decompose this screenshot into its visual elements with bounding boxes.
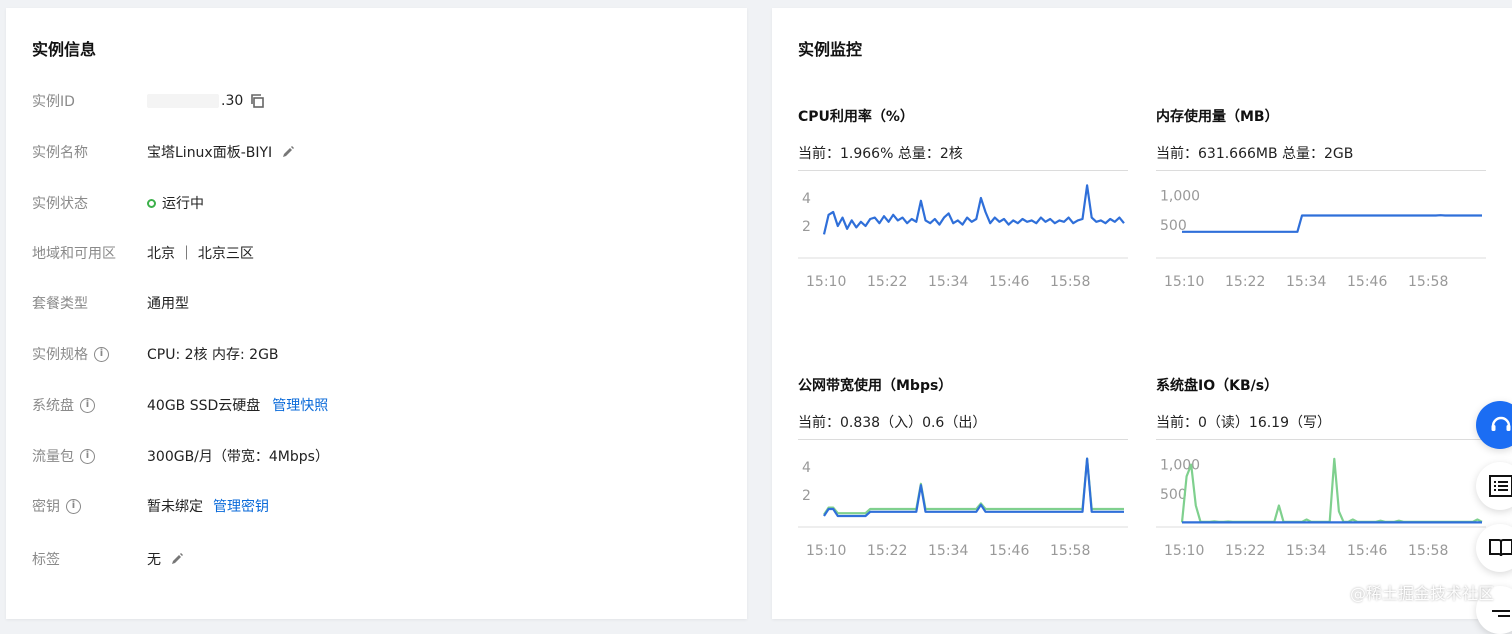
headset-icon xyxy=(1491,416,1511,431)
chart-current: 当前：0（读）16.19（写） xyxy=(1156,415,1331,431)
memory-line-chart: 5001,00015:10 15:22 15:34 15:46 15:58 xyxy=(1156,170,1486,290)
manage-key-link[interactable]: 管理密钥 xyxy=(213,496,269,516)
x-tick-label: 15:22 xyxy=(867,543,907,559)
x-tick-label: 15:34 xyxy=(928,274,968,290)
book-icon xyxy=(1489,539,1512,557)
label-traffic: 流量包 i xyxy=(32,446,147,466)
chart-title: CPU利用率（%） xyxy=(798,109,914,125)
spec-value: CPU: 2核 内存: 2GB xyxy=(147,347,279,363)
chart-title: 系统盘IO（KB/s） xyxy=(1156,378,1279,394)
chart-current: 当前：1.966% 总量：2核 xyxy=(798,146,963,162)
x-tick-label: 15:46 xyxy=(989,274,1029,290)
disk-io-line-chart: 500 1,000 15:10 15:22 15:34 15:46 15:58 xyxy=(1156,439,1486,559)
label-spec: 实例规格 i xyxy=(32,344,147,364)
panel-title: 实例监控 xyxy=(798,40,863,59)
key-value: 暂未绑定 xyxy=(147,499,203,515)
x-tick-label: 15:46 xyxy=(989,543,1029,559)
chart-current: 当前：0.838（入）0.6（出） xyxy=(798,415,987,431)
y-tick-label: 500 xyxy=(1160,487,1187,503)
x-tick-label: 15:10 xyxy=(806,543,846,559)
x-tick-label: 15:10 xyxy=(1164,543,1204,559)
masked-id xyxy=(147,94,219,108)
status-running-icon xyxy=(147,198,156,208)
list-icon xyxy=(1489,475,1512,497)
manage-snapshot-link[interactable]: 管理快照 xyxy=(272,395,328,415)
row-traffic: 流量包 i 300GB/月（带宽：4Mbps） xyxy=(32,445,329,467)
traffic-value: 300GB/月（带宽：4Mbps） xyxy=(147,449,329,465)
y-tick-label: 1,000 xyxy=(1160,189,1200,205)
label-instance-status: 实例状态 xyxy=(32,196,88,212)
chart-title: 公网带宽使用（Mbps） xyxy=(798,378,953,394)
row-key: 密钥 i 暂未绑定 管理密钥 xyxy=(32,495,269,517)
series-line-0 xyxy=(822,184,1125,235)
info-icon[interactable]: i xyxy=(94,346,109,362)
info-icon[interactable]: i xyxy=(66,498,81,514)
label-tags: 标签 xyxy=(32,552,60,568)
y-tick-label: 2 xyxy=(802,219,811,235)
label-plan-type: 套餐类型 xyxy=(32,296,88,312)
edit-icon[interactable] xyxy=(169,551,185,567)
instance-info-panel: 实例信息 实例ID .30 实例名称 宝塔Linux面板-BIYI 实例状态 运… xyxy=(6,8,747,619)
status-value: 运行中 xyxy=(162,196,204,212)
x-tick-label: 15:22 xyxy=(867,274,907,290)
cpu-line-chart: 2 4 15:10 15:22 15:34 15:46 15:58 xyxy=(798,170,1128,290)
chart-title: 内存使用量（MB） xyxy=(1156,109,1279,125)
x-tick-label: 15:22 xyxy=(1225,543,1265,559)
x-tick-label: 15:10 xyxy=(1164,274,1204,290)
row-region: 地域和可用区 北京 ｜ 北京三区 xyxy=(32,242,254,264)
watermark: @稀土掘金技术社区 xyxy=(1349,584,1494,603)
row-spec: 实例规格 i CPU: 2核 内存: 2GB xyxy=(32,343,279,365)
tags-value: 无 xyxy=(147,552,161,568)
x-tick-label: 15:22 xyxy=(1225,274,1265,290)
copy-icon[interactable] xyxy=(249,93,265,109)
region-value: 北京 ｜ 北京三区 xyxy=(147,246,254,262)
label-spec-text: 实例规格 xyxy=(32,347,88,363)
row-system-disk: 系统盘 i 40GB SSD云硬盘 管理快照 xyxy=(32,394,328,416)
instance-id-value: .30 xyxy=(221,93,244,109)
edit-icon[interactable] xyxy=(280,144,296,160)
x-tick-label: 15:34 xyxy=(1286,543,1326,559)
bandwidth-line-chart: 2 4 15:10 15:22 15:34 15:46 15:58 xyxy=(798,439,1128,559)
instance-monitor-panel: 实例监控 CPU利用率（%） 当前：1.966% 总量：2核 2 4 15:10 15… xyxy=(772,8,1512,619)
row-instance-id: 实例ID .30 xyxy=(32,90,265,112)
x-tick-label: 15:58 xyxy=(1050,274,1090,290)
x-tick-label: 15:34 xyxy=(928,543,968,559)
x-tick-label: 15:10 xyxy=(806,274,846,290)
y-tick-label: 1,000 xyxy=(1160,458,1200,474)
series-line-0 xyxy=(823,457,1124,516)
series-line-1 xyxy=(823,457,1124,518)
y-tick-label: 4 xyxy=(802,191,811,207)
x-tick-label: 15:46 xyxy=(1347,543,1387,559)
label-instance-name: 实例名称 xyxy=(32,145,88,161)
x-tick-label: 15:58 xyxy=(1408,274,1448,290)
label-system-disk: 系统盘 i xyxy=(32,395,147,415)
label-key-text: 密钥 xyxy=(32,499,60,515)
info-icon[interactable]: i xyxy=(80,397,95,413)
x-tick-label: 15:58 xyxy=(1050,543,1090,559)
label-system-disk-text: 系统盘 xyxy=(32,398,74,414)
plan-type-value: 通用型 xyxy=(147,296,189,312)
row-plan-type: 套餐类型 通用型 xyxy=(32,292,189,314)
label-region: 地域和可用区 xyxy=(32,246,116,262)
row-tags: 标签 无 xyxy=(32,548,185,570)
label-instance-id: 实例ID xyxy=(32,94,75,110)
series-line-0 xyxy=(1182,214,1482,233)
y-tick-label: 4 xyxy=(802,460,811,476)
row-instance-status: 实例状态 运行中 xyxy=(32,192,204,214)
info-icon[interactable]: i xyxy=(80,448,95,464)
panel-title: 实例信息 xyxy=(32,40,97,59)
x-tick-label: 15:34 xyxy=(1286,274,1326,290)
x-tick-label: 15:58 xyxy=(1408,543,1448,559)
label-traffic-text: 流量包 xyxy=(32,449,74,465)
row-instance-name: 实例名称 宝塔Linux面板-BIYI xyxy=(32,141,296,163)
series-line-0 xyxy=(1180,457,1483,523)
instance-name-value: 宝塔Linux面板-BIYI xyxy=(147,145,273,161)
chart-current: 当前：631.666MB 总量：2GB xyxy=(1156,146,1354,162)
system-disk-value: 40GB SSD云硬盘 xyxy=(147,398,261,414)
x-tick-label: 15:46 xyxy=(1347,274,1387,290)
y-tick-label: 2 xyxy=(802,488,811,504)
label-key: 密钥 i xyxy=(32,496,147,516)
